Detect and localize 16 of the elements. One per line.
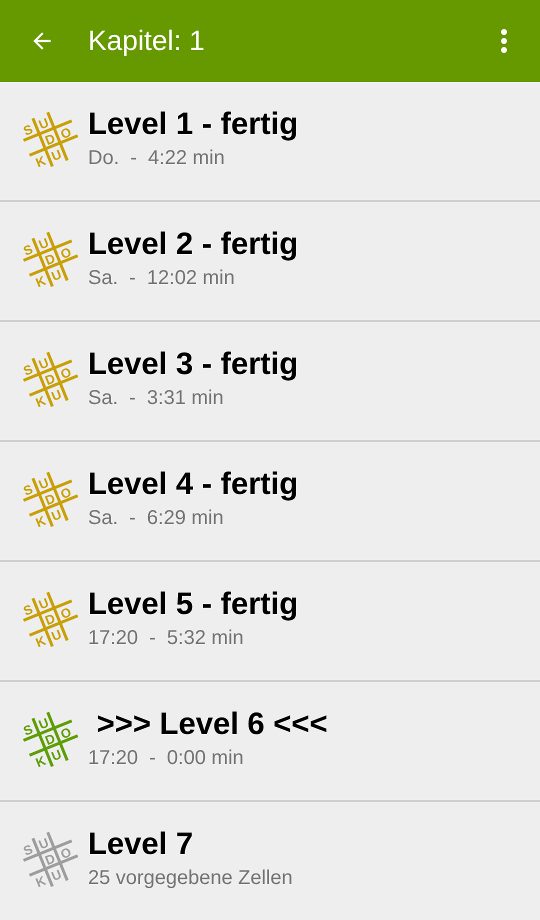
level-title: Level 7 xyxy=(88,825,194,863)
level-subtitle: 25 vorgegebene Zellen xyxy=(88,866,293,891)
level-subtitle: Sa. - 6:29 min xyxy=(88,506,225,531)
level-title: Level 3 - fertig xyxy=(88,345,298,383)
level-title: Level 5 - fertig xyxy=(88,585,298,623)
level-title: Level 1 - fertig xyxy=(88,105,298,143)
level-subtitle: Sa. - 3:31 min xyxy=(88,386,225,411)
level-title: >>> Level 6 <<< xyxy=(96,705,328,743)
level-subtitle: Do. - 4:22 min xyxy=(88,146,226,171)
level-title: Level 4 - fertig xyxy=(88,465,298,503)
level-subtitle: 17:20 - 5:32 min xyxy=(88,626,245,651)
level-title: Level 2 - fertig xyxy=(88,225,298,263)
level-subtitle: Sa. - 12:02 min xyxy=(88,266,236,291)
more-options-icon xyxy=(500,28,508,54)
level-subtitle: 17:20 - 0:00 min xyxy=(88,746,245,771)
app-bar-title: Kapitel: 1 xyxy=(88,24,205,58)
